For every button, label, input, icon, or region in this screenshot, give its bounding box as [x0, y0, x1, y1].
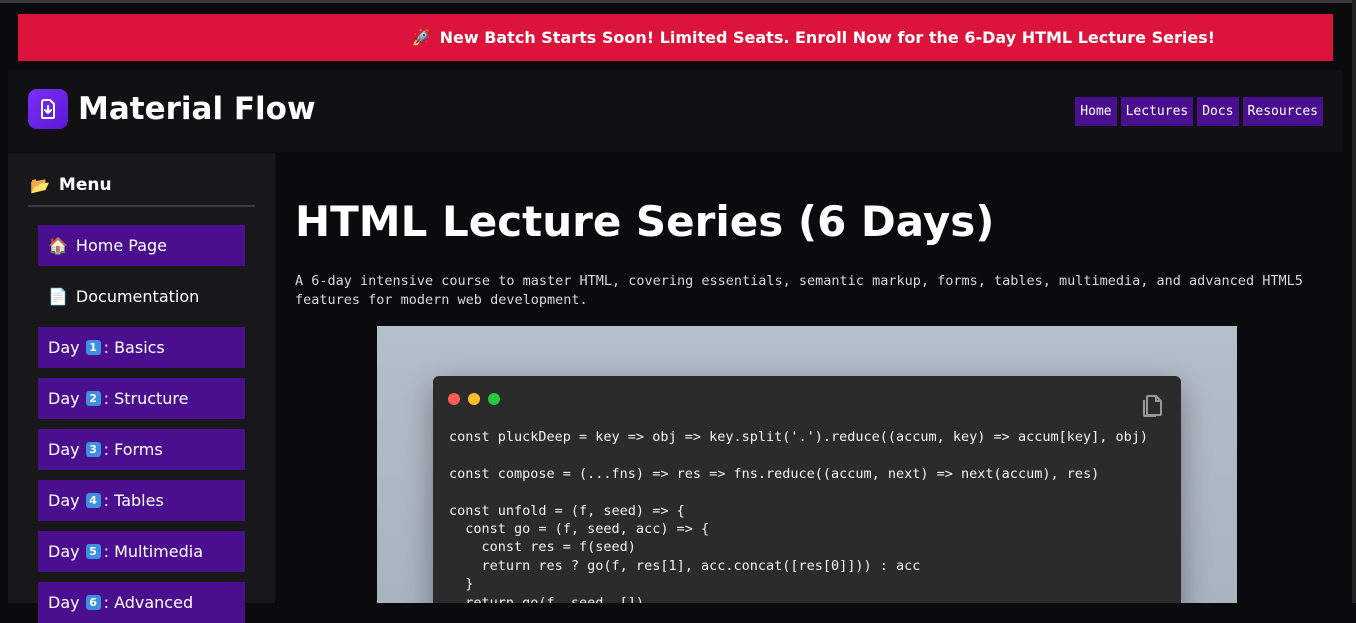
brand[interactable]: Material Flow: [28, 89, 316, 129]
sidebar-item-home-page[interactable]: 🏠 Home Page: [38, 225, 245, 266]
keycap-5-icon: 5: [85, 544, 101, 559]
page-description: A 6-day intensive course to master HTML,…: [295, 273, 1303, 308]
nav-docs[interactable]: Docs: [1197, 97, 1239, 126]
copy-icon[interactable]: [1141, 392, 1163, 418]
code-showcase: const pluckDeep = key => obj => key.spli…: [377, 326, 1237, 603]
sidebar-item-label: Documentation: [75, 287, 200, 306]
code-block: const pluckDeep = key => obj => key.spli…: [449, 429, 1148, 603]
sidebar-item-day-2[interactable]: Day 2 : Structure: [38, 378, 245, 419]
keycap-4-icon: 4: [85, 493, 101, 508]
site-header: Material Flow Home Lectures Docs Resourc…: [8, 70, 1342, 152]
sidebar-item-label: Home Page: [75, 236, 167, 255]
announcement-banner: 🚀 New Batch Starts Soon! Limited Seats. …: [18, 14, 1333, 61]
nav-home[interactable]: Home: [1075, 97, 1117, 126]
house-icon: 🏠: [48, 236, 68, 255]
page-title: HTML Lecture Series (6 Days): [295, 197, 995, 246]
code-window: const pluckDeep = key => obj => key.spli…: [433, 376, 1181, 603]
sidebar-item-day-5[interactable]: Day 5 : Multimedia: [38, 531, 245, 572]
sidebar-item-prefix: Day: [48, 542, 80, 561]
sidebar-item-day-1[interactable]: Day 1 : Basics: [38, 327, 245, 368]
sidebar-item-label: : Multimedia: [103, 542, 204, 561]
sidebar-item-prefix: Day: [48, 338, 80, 357]
nav-resources[interactable]: Resources: [1242, 97, 1323, 126]
keycap-1-icon: 1: [85, 340, 101, 355]
sidebar-item-prefix: Day: [48, 491, 80, 510]
page-icon: 📄: [48, 287, 68, 306]
menu-divider: [28, 205, 255, 207]
window-minimize-dot: [468, 393, 480, 405]
sidebar-item-documentation[interactable]: 📄 Documentation: [38, 276, 245, 317]
sidebar: 📂 Menu 🏠 Home Page 📄 Documentation Day 1…: [8, 153, 275, 623]
window-right-edge: [1352, 0, 1356, 603]
sidebar-item-label: : Basics: [103, 338, 165, 357]
folder-icon: 📂: [30, 175, 50, 195]
sidebar-item-label: : Structure: [103, 389, 189, 408]
sidebar-item-prefix: Day: [48, 389, 80, 408]
menu-heading: 📂 Menu: [30, 175, 112, 195]
top-nav: Home Lectures Docs Resources: [1075, 97, 1323, 126]
sidebar-item-day-3[interactable]: Day 3 : Forms: [38, 429, 245, 470]
window-top-edge: [0, 0, 1356, 3]
brand-title: Material Flow: [78, 91, 316, 127]
sidebar-item-label: : Tables: [103, 491, 164, 510]
clipboard-download-icon: [28, 89, 68, 129]
main-content: HTML Lecture Series (6 Days) A 6-day int…: [275, 153, 1342, 603]
rocket-icon: 🚀: [411, 28, 432, 47]
sidebar-item-day-4[interactable]: Day 4 : Tables: [38, 480, 245, 521]
nav-lectures[interactable]: Lectures: [1120, 97, 1194, 126]
keycap-3-icon: 3: [85, 442, 101, 457]
menu-heading-label: Menu: [58, 175, 112, 195]
sidebar-item-prefix: Day: [48, 440, 80, 459]
announcement-text: New Batch Starts Soon! Limited Seats. En…: [439, 28, 1215, 47]
window-close-dot: [448, 393, 460, 405]
keycap-2-icon: 2: [85, 391, 101, 406]
sidebar-item-label: : Forms: [103, 440, 163, 459]
window-maximize-dot: [488, 393, 500, 405]
